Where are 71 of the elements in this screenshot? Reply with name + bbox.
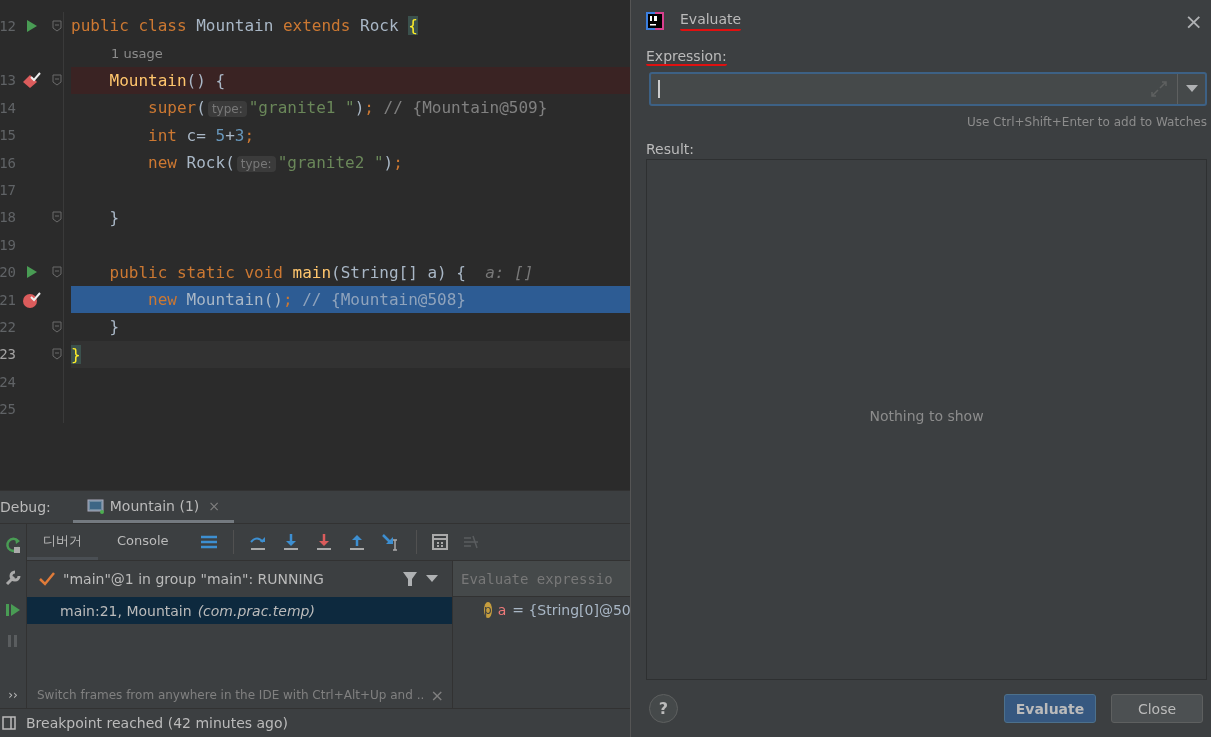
line-number: 13	[0, 72, 16, 89]
force-step-into-icon[interactable]	[314, 533, 333, 551]
app-icon	[646, 12, 664, 30]
calculator-icon[interactable]	[431, 534, 448, 550]
debug-label: Debug:	[0, 499, 51, 515]
fold-icon[interactable]	[52, 74, 62, 87]
dropdown-icon[interactable]	[426, 575, 438, 583]
code-line: int c= 5+3;	[147, 125, 255, 145]
variable-value: = {String[0]@50	[512, 602, 630, 618]
code-line: public class Mountain extends Rock {	[71, 16, 418, 36]
debug-tab[interactable]: Console	[101, 524, 185, 560]
resume-icon[interactable]	[5, 602, 21, 618]
line-number: 22	[0, 319, 16, 335]
line-number: 16	[0, 154, 16, 171]
step-out-icon[interactable]	[347, 533, 366, 551]
expression-label: Expression:	[646, 48, 727, 66]
parameter-badge: p	[484, 602, 492, 618]
line-number: 14	[0, 99, 16, 116]
fold-icon[interactable]	[52, 321, 62, 333]
stack-frame[interactable]: main:21, Mountain (com.prac.temp)	[27, 597, 452, 624]
expression-field[interactable]	[649, 72, 1207, 106]
status-text: Breakpoint reached (42 minutes ago)	[26, 715, 288, 731]
evaluate-button[interactable]: Evaluate	[1004, 694, 1096, 723]
help-button[interactable]: ?	[649, 694, 678, 723]
code-line: Mountain() {	[108, 70, 226, 90]
check-icon	[39, 572, 55, 586]
tip-text: Switch frames from anywhere in the IDE with Ctrl+Alt+Up and ..	[37, 688, 425, 702]
line-number: 18	[0, 209, 16, 226]
close-button[interactable]: ×	[1184, 8, 1203, 34]
variable-name: a	[497, 602, 507, 618]
run-icon[interactable]	[26, 265, 38, 280]
line-number: 19	[0, 236, 16, 253]
line-number: 24	[0, 373, 16, 390]
menu-icon[interactable]	[199, 534, 218, 550]
code-line: public static void main(String[] a) { a: []	[108, 262, 534, 282]
thread-selector[interactable]: "main"@1 in group "main": RUNNING	[63, 571, 394, 587]
dialog-title: Evaluate	[680, 11, 742, 31]
fold-icon[interactable]	[52, 266, 62, 279]
rerun-icon[interactable]	[4, 536, 22, 554]
panel-icon[interactable]	[2, 716, 16, 730]
more-button[interactable]: ››	[8, 688, 18, 702]
usage-hint[interactable]: 1 usage	[111, 45, 163, 61]
method-breakpoint-icon[interactable]	[22, 71, 42, 90]
dropdown-icon[interactable]	[1185, 85, 1198, 93]
line-number: 25	[0, 401, 16, 418]
run-icon[interactable]	[26, 18, 38, 33]
line-number: 12	[0, 17, 16, 34]
line-number: 20	[0, 264, 16, 281]
watch-hint: Use Ctrl+Shift+Enter to add to Watches	[966, 115, 1207, 129]
line-number: 15	[0, 127, 16, 144]
console-icon	[86, 497, 105, 514]
code-line: }	[108, 317, 120, 337]
filter-icon[interactable]	[402, 571, 418, 587]
debug-tab[interactable]: 디버거	[27, 524, 98, 560]
session-tab[interactable]: Mountain (1) ×	[72, 491, 234, 523]
code-line: new Mountain(); // {Mountain@508}	[147, 290, 466, 310]
step-into-icon[interactable]	[281, 533, 300, 551]
line-number: 23	[0, 346, 16, 363]
fold-icon[interactable]	[52, 348, 62, 361]
line-number: 17	[0, 182, 16, 199]
fold-icon[interactable]	[52, 19, 62, 32]
fold-icon[interactable]	[52, 211, 62, 224]
empty-message: Nothing to show	[869, 407, 984, 424]
close-button[interactable]: Close	[1111, 694, 1203, 723]
code-line: super( type: "granite1 "); // {Mountain@509}	[147, 98, 548, 118]
wrench-icon[interactable]	[5, 570, 21, 586]
breakpoint-icon[interactable]	[22, 290, 42, 309]
code-line: new Rock( type: "granite2 ");	[147, 153, 403, 173]
code-line: }	[108, 207, 120, 227]
line-number: 21	[0, 291, 16, 308]
result-label: Result:	[646, 141, 694, 157]
